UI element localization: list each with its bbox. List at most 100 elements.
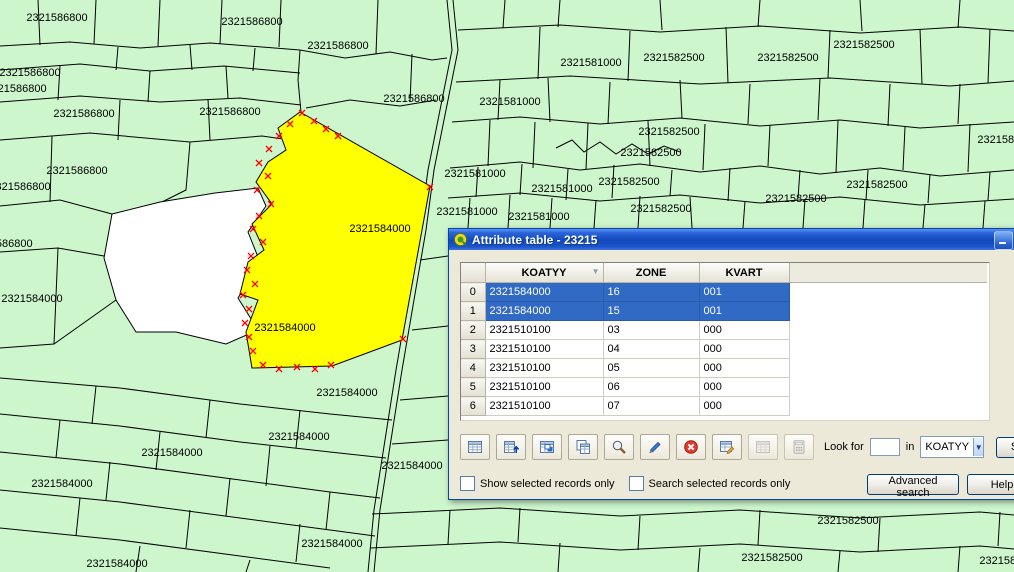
row-header[interactable]: 2 bbox=[461, 321, 485, 340]
map-label: 2321586800 bbox=[199, 106, 260, 118]
row-filler bbox=[789, 321, 987, 340]
row-filler bbox=[789, 302, 987, 321]
map-label: 2321582500 bbox=[620, 147, 681, 159]
map-label: 2321584000 bbox=[381, 460, 442, 472]
qgis-icon bbox=[453, 232, 468, 247]
toggle-editing-icon[interactable] bbox=[640, 434, 670, 460]
cell-zone[interactable]: 04 bbox=[603, 340, 699, 359]
table-row: 4232151010005000 bbox=[461, 359, 987, 378]
new-column-icon[interactable] bbox=[712, 434, 742, 460]
map-label: 2321582500 bbox=[643, 52, 704, 64]
help-button[interactable]: Help bbox=[967, 474, 1014, 495]
options-row: Show selected records only Search select… bbox=[460, 476, 804, 491]
delete-column-icon bbox=[748, 434, 778, 460]
search-selected-checkbox[interactable] bbox=[629, 476, 644, 491]
sort-indicator: ▼ bbox=[592, 267, 600, 276]
table-body: 0232158400016001123215840001500122321510… bbox=[461, 283, 987, 416]
cell-koatyy[interactable]: 2321584000 bbox=[485, 283, 603, 302]
map-label: 2321586800 bbox=[0, 181, 51, 193]
cell-koatyy[interactable]: 2321510100 bbox=[485, 359, 603, 378]
row-filler bbox=[789, 283, 987, 302]
cell-zone[interactable]: 05 bbox=[603, 359, 699, 378]
minimize-button[interactable] bbox=[994, 231, 1013, 250]
cell-kvart[interactable]: 000 bbox=[699, 321, 789, 340]
cell-koatyy[interactable]: 2321584000 bbox=[485, 302, 603, 321]
move-selected-to-top-icon[interactable] bbox=[496, 434, 526, 460]
map-label: 2321586800 bbox=[0, 238, 33, 250]
cell-zone[interactable]: 06 bbox=[603, 378, 699, 397]
cell-zone[interactable]: 15 bbox=[603, 302, 699, 321]
column-header-koatyy[interactable]: KOATYY▼ bbox=[485, 263, 603, 283]
cell-zone[interactable]: 03 bbox=[603, 321, 699, 340]
row-header[interactable]: 5 bbox=[461, 378, 485, 397]
column-combobox[interactable]: KOATYY ▼ bbox=[920, 436, 984, 458]
column-header-zone[interactable]: ZONE bbox=[603, 263, 699, 283]
copy-selected-rows-icon[interactable] bbox=[568, 434, 598, 460]
titlebar[interactable]: Attribute table - 23215 bbox=[449, 229, 1014, 250]
cell-koatyy[interactable]: 2321510100 bbox=[485, 340, 603, 359]
row-header[interactable]: 3 bbox=[461, 340, 485, 359]
map-label: 2321581000 bbox=[444, 168, 505, 180]
map-label: 2321586800 bbox=[46, 165, 107, 177]
row-filler bbox=[789, 359, 987, 378]
cell-zone[interactable]: 07 bbox=[603, 397, 699, 416]
map-label: 2321584000 bbox=[349, 223, 410, 235]
map-label: 2321584000 bbox=[141, 447, 202, 459]
search-input[interactable] bbox=[870, 438, 900, 456]
map-label: 2321586800 bbox=[383, 93, 444, 105]
cell-kvart[interactable]: 000 bbox=[699, 359, 789, 378]
application-screen: 2321586800 2321586800 2321586800 2321586800… bbox=[0, 0, 1014, 572]
cell-kvart[interactable]: 001 bbox=[699, 283, 789, 302]
cell-kvart[interactable]: 001 bbox=[699, 302, 789, 321]
map-label: 2321586800 bbox=[307, 40, 368, 52]
show-selected-checkbox[interactable] bbox=[460, 476, 475, 491]
in-label: in bbox=[906, 441, 915, 453]
map-label: 2321584000 bbox=[31, 478, 92, 490]
map-label: 2321586800 bbox=[26, 12, 87, 24]
cell-koatyy[interactable]: 2321510100 bbox=[485, 397, 603, 416]
remove-selection-icon[interactable] bbox=[676, 434, 706, 460]
map-label: 2321581000 bbox=[479, 96, 540, 108]
row-header[interactable]: 4 bbox=[461, 359, 485, 378]
window-title: Attribute table - 23215 bbox=[472, 233, 597, 247]
row-header[interactable]: 0 bbox=[461, 283, 485, 302]
row-header[interactable]: 6 bbox=[461, 397, 485, 416]
zoom-to-selected-icon[interactable] bbox=[604, 434, 634, 460]
map-label: 2321581000 bbox=[531, 183, 592, 195]
show-selected-label: Show selected records only bbox=[480, 478, 615, 490]
advanced-search-button[interactable]: Advanced search bbox=[867, 474, 959, 495]
column-header-kvart[interactable]: KVART bbox=[699, 263, 789, 283]
invert-selection-icon[interactable] bbox=[532, 434, 562, 460]
cell-koatyy[interactable]: 2321510100 bbox=[485, 378, 603, 397]
row-header[interactable]: 1 bbox=[461, 302, 485, 321]
row-filler bbox=[789, 378, 987, 397]
map-label: 2321582500 bbox=[817, 515, 878, 527]
map-label: 2321582500 bbox=[598, 176, 659, 188]
map-label: 2321581000 bbox=[560, 57, 621, 69]
chevron-down-icon[interactable]: ▼ bbox=[973, 438, 983, 456]
cell-kvart[interactable]: 000 bbox=[699, 340, 789, 359]
map-label: 2321582500 bbox=[741, 552, 802, 564]
map-label: 2321582500 bbox=[979, 555, 1014, 567]
cell-koatyy[interactable]: 2321510100 bbox=[485, 321, 603, 340]
map-label: 2321584000 bbox=[316, 387, 377, 399]
attribute-table-grid: KOATYY▼ZONEKVART 0232158400016001 1232158… bbox=[461, 263, 987, 416]
unselect-all-icon[interactable] bbox=[460, 434, 490, 460]
field-calculator-icon bbox=[784, 434, 814, 460]
cell-kvart[interactable]: 000 bbox=[699, 397, 789, 416]
map-label: 2321582500 bbox=[833, 39, 894, 51]
corner-header[interactable] bbox=[461, 263, 485, 283]
map-label: 2321586800 bbox=[53, 108, 114, 120]
cell-kvart[interactable]: 000 bbox=[699, 378, 789, 397]
attribute-toolbar: Look for in KOATYY ▼ Search bbox=[460, 434, 1014, 460]
table-row: 5232151010006000 bbox=[461, 378, 987, 397]
table-row: 2232151010003000 bbox=[461, 321, 987, 340]
cell-zone[interactable]: 16 bbox=[603, 283, 699, 302]
map-label: 2321582500 bbox=[638, 126, 699, 138]
map-label: 2321584000 bbox=[86, 558, 147, 570]
map-label: 2321586800 bbox=[221, 16, 282, 28]
map-label: 2321582500 bbox=[977, 134, 1014, 146]
search-button[interactable]: Search bbox=[996, 437, 1014, 458]
map-label: 2321582500 bbox=[630, 203, 691, 215]
map-label: 2321581000 bbox=[436, 206, 497, 218]
